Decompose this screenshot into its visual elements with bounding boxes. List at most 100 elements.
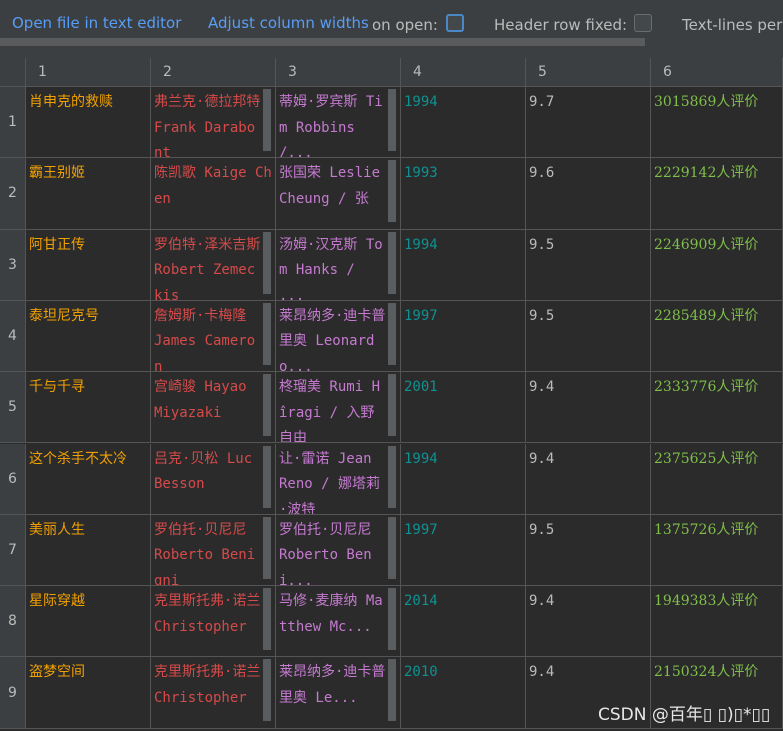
cell-scrollbar[interactable] — [263, 302, 271, 365]
actors-cell[interactable]: 柊瑠美 Rumi Hîragi / 入野自由 — [276, 372, 401, 444]
on-open-label: on open: — [372, 16, 438, 34]
actors-cell[interactable]: 莱昂纳多·迪卡普里奥 Le... — [276, 657, 401, 729]
column-header[interactable]: 1 — [26, 58, 151, 87]
cell-scrollbar[interactable] — [388, 89, 396, 151]
year-cell[interactable]: 1997 — [401, 300, 526, 373]
reviews-cell[interactable]: 2375625人评价 — [651, 443, 783, 515]
open-in-text-editor-link[interactable]: Open file in text editor — [12, 14, 181, 32]
title-cell[interactable]: 肖申克的救赎 — [26, 87, 151, 159]
cell-text: 9.4 — [529, 664, 555, 681]
reviews-cell[interactable]: 2285489人评价 — [651, 300, 783, 373]
year-cell[interactable]: 1997 — [401, 514, 526, 587]
cell-scrollbar[interactable] — [388, 516, 396, 579]
year-cell[interactable]: 2014 — [401, 586, 526, 658]
year-cell[interactable]: 1994 — [401, 87, 526, 159]
column-header[interactable]: 2 — [151, 58, 276, 87]
director-cell[interactable]: 吕克·贝松 Luc Besson — [151, 443, 276, 515]
cell-scrollbar[interactable] — [388, 659, 396, 722]
cell-scrollbar[interactable] — [263, 445, 271, 508]
actors-cell[interactable]: 让·雷诺 Jean Reno / 娜塔莉·波特 — [276, 443, 401, 515]
title-cell[interactable]: 阿甘正传 — [26, 229, 151, 301]
cell-scrollbar[interactable] — [388, 231, 396, 294]
director-cell[interactable]: 弗兰克·德拉邦特 Frank Darabont — [151, 87, 276, 159]
title-cell[interactable]: 美丽人生 — [26, 514, 151, 587]
director-cell[interactable]: 罗伯特·泽米吉斯 Robert Zemeckis — [151, 229, 276, 301]
row-number[interactable]: 9 — [0, 657, 26, 729]
rating-cell[interactable]: 9.7 — [526, 87, 651, 159]
cell-scrollbar[interactable] — [263, 659, 271, 722]
row-number[interactable]: 6 — [0, 443, 26, 515]
actors-cell[interactable]: 罗伯托·贝尼尼 Roberto Beni... — [276, 514, 401, 587]
year-cell[interactable]: 2001 — [401, 372, 526, 444]
cell-scrollbar[interactable] — [388, 445, 396, 508]
rating-cell[interactable]: 9.4 — [526, 586, 651, 658]
column-header[interactable]: 4 — [401, 58, 526, 87]
row-number[interactable]: 1 — [0, 87, 26, 159]
cell-text: 1997 — [404, 521, 438, 538]
cell-text: 2285489人评价 — [654, 307, 759, 324]
cell-text: 弗兰克·德拉邦特 Frank Darabont — [154, 94, 261, 159]
title-cell[interactable]: 星际穿越 — [26, 586, 151, 658]
title-cell[interactable]: 盗梦空间 — [26, 657, 151, 729]
column-header[interactable]: 5 — [526, 58, 651, 87]
year-cell[interactable]: 1993 — [401, 158, 526, 230]
horizontal-scrollbar-track[interactable] — [645, 38, 783, 46]
director-cell[interactable]: 詹姆斯·卡梅隆 James Cameron — [151, 300, 276, 373]
cell-text: 9.7 — [529, 94, 555, 110]
reviews-cell[interactable]: 2229142人评价 — [651, 158, 783, 230]
reviews-cell[interactable]: 2333776人评价 — [651, 372, 783, 444]
cell-scrollbar[interactable] — [263, 588, 271, 651]
director-cell[interactable]: 宫崎骏 Hayao Miyazaki — [151, 372, 276, 444]
cell-scrollbar[interactable] — [263, 516, 271, 579]
row-number[interactable]: 8 — [0, 586, 26, 658]
rating-cell[interactable]: 9.5 — [526, 229, 651, 301]
row-number[interactable]: 4 — [0, 300, 26, 373]
horizontal-scrollbar[interactable] — [0, 38, 645, 46]
row-number[interactable]: 2 — [0, 158, 26, 230]
actors-cell[interactable]: 马修·麦康纳 Matthew Mc... — [276, 586, 401, 658]
cell-scrollbar[interactable] — [263, 89, 271, 151]
actors-cell[interactable]: 莱昂纳多·迪卡普里奥 Leonardo... — [276, 300, 401, 373]
reviews-cell[interactable]: 3015869人评价 — [651, 87, 783, 159]
title-cell[interactable]: 千与千寻 — [26, 372, 151, 444]
reviews-cell[interactable]: 1949383人评价 — [651, 586, 783, 658]
title-cell[interactable]: 这个杀手不太冷 — [26, 443, 151, 515]
director-cell[interactable]: 克里斯托弗·诺兰 Christopher — [151, 657, 276, 729]
cell-text: 莱昂纳多·迪卡普里奥 Le... — [279, 664, 386, 706]
rating-cell[interactable]: 9.4 — [526, 372, 651, 444]
title-cell[interactable]: 泰坦尼克号 — [26, 300, 151, 373]
rating-cell[interactable]: 9.4 — [526, 443, 651, 515]
cell-text: 克里斯托弗·诺兰 Christopher — [154, 593, 261, 635]
cell-text: 星际穿越 — [29, 593, 85, 610]
cell-scrollbar[interactable] — [388, 302, 396, 365]
year-cell[interactable]: 2010 — [401, 657, 526, 729]
column-header[interactable]: 6 — [651, 58, 783, 87]
year-cell[interactable]: 1994 — [401, 229, 526, 301]
row-number[interactable]: 3 — [0, 229, 26, 301]
rating-cell[interactable]: 9.5 — [526, 514, 651, 587]
column-header[interactable]: 3 — [276, 58, 401, 87]
rating-cell[interactable]: 9.6 — [526, 158, 651, 230]
cell-scrollbar[interactable] — [388, 588, 396, 651]
rating-cell[interactable]: 9.5 — [526, 300, 651, 373]
actors-cell[interactable]: 汤姆·汉克斯 Tom Hanks / ... — [276, 229, 401, 301]
row-number[interactable]: 5 — [0, 372, 26, 444]
cell-scrollbar[interactable] — [388, 160, 396, 223]
reviews-cell[interactable]: 1375726人评价 — [651, 514, 783, 587]
reviews-cell[interactable]: 2246909人评价 — [651, 229, 783, 301]
cell-text: 9.4 — [529, 450, 555, 467]
adjust-column-widths-link[interactable]: Adjust column widths — [208, 14, 369, 32]
header-row-fixed-checkbox[interactable] — [634, 14, 652, 32]
director-cell[interactable]: 克里斯托弗·诺兰 Christopher — [151, 586, 276, 658]
cell-scrollbar[interactable] — [388, 374, 396, 437]
year-cell[interactable]: 1994 — [401, 443, 526, 515]
row-number[interactable]: 7 — [0, 514, 26, 587]
cell-scrollbar[interactable] — [263, 231, 271, 294]
director-cell[interactable]: 陈凯歌 Kaige Chen — [151, 158, 276, 230]
cell-scrollbar[interactable] — [263, 374, 271, 437]
actors-cell[interactable]: 张国荣 Leslie Cheung / 张 — [276, 158, 401, 230]
director-cell[interactable]: 罗伯托·贝尼尼 Roberto Benigni — [151, 514, 276, 587]
title-cell[interactable]: 霸王别姬 — [26, 158, 151, 230]
actors-cell[interactable]: 蒂姆·罗宾斯 Tim Robbins /... — [276, 87, 401, 159]
adjust-on-open-checkbox[interactable] — [446, 14, 464, 32]
